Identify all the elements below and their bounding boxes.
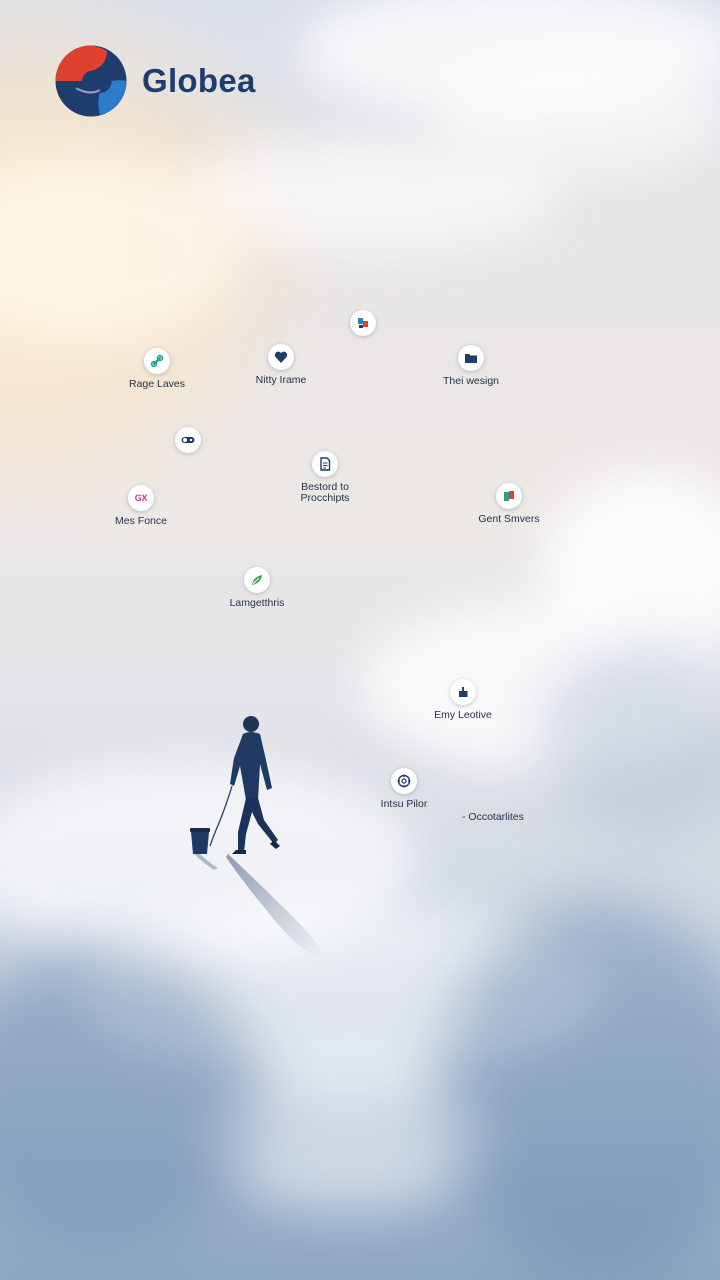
- icon-text: GX: [134, 493, 148, 503]
- leaf-icon[interactable]: [244, 567, 270, 593]
- node-label: Lamgetthris: [229, 597, 285, 609]
- dial-icon[interactable]: [391, 768, 417, 794]
- link-icon[interactable]: [144, 348, 170, 374]
- toggle-icon[interactable]: [175, 427, 201, 453]
- tag-icon[interactable]: [496, 483, 522, 509]
- occotarlites-label: - Occotarlites: [462, 811, 524, 823]
- heart-icon[interactable]: [268, 344, 294, 370]
- app-logo[interactable]: Globea: [54, 42, 256, 120]
- folder-icon[interactable]: [458, 345, 484, 371]
- node-label: Gent Smvers: [478, 513, 540, 525]
- node-label: Emy Leotive: [434, 709, 492, 721]
- walking-person-illustration: [190, 716, 321, 957]
- node-label: Mes Fonce: [115, 515, 167, 527]
- sky-background: [0, 0, 720, 1280]
- document-icon[interactable]: [312, 451, 338, 477]
- text-badge-icon[interactable]: GX: [128, 485, 154, 511]
- node-label: Thei wesign: [442, 375, 500, 387]
- node-label: Nitty Irame: [255, 374, 307, 386]
- node-label: Intsu Pilor: [380, 798, 428, 810]
- globe-logo-icon: [55, 45, 127, 117]
- node-label: Bestord to Procchipts: [300, 481, 350, 504]
- brand-name: Globea: [142, 62, 256, 99]
- node-label: Rage Laves: [128, 378, 186, 390]
- thumb-icon[interactable]: [450, 679, 476, 705]
- flag-badge-icon[interactable]: [350, 310, 376, 336]
